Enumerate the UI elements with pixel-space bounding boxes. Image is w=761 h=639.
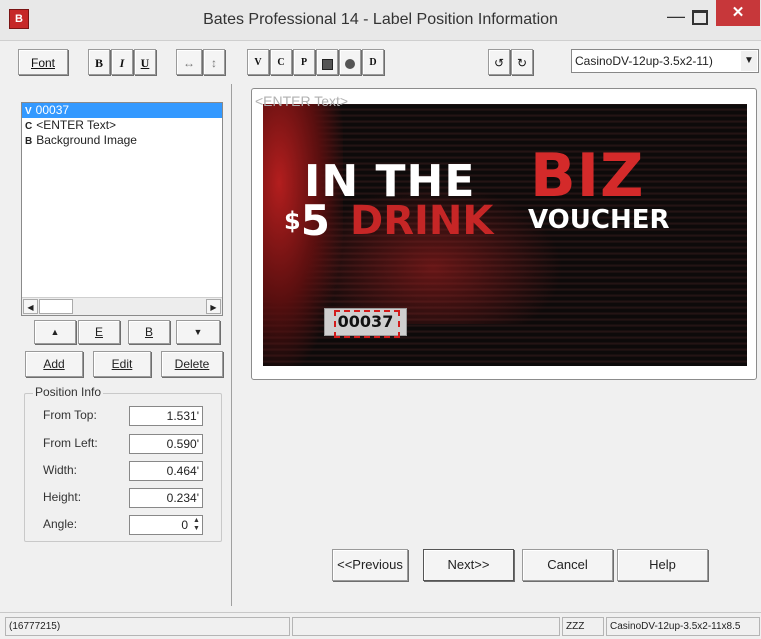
italic-button[interactable]: I [111,49,133,75]
minimize-button[interactable]: — [663,7,689,28]
list-item[interactable]: V 00037 [22,103,222,118]
horizontal-size-icon[interactable]: ↔ [176,49,202,75]
enter-text-placeholder[interactable]: <ENTER Text> [255,93,348,109]
circle-icon[interactable] [339,49,361,75]
move-up-button[interactable]: ▲ [34,320,76,344]
panel-divider [231,84,232,606]
status-bar: (16777215) ZZZ CasinoDV-12up-3.5x2-11x8.… [0,612,761,639]
width-field[interactable]: 0.464' [129,461,203,481]
toolbar: Font B I U ↔ ↕ V C P D ↺ ↻ CasinoDV-12up… [9,42,759,82]
list-item[interactable]: C <ENTER Text> [22,118,222,133]
add-d-button[interactable]: D [362,49,384,75]
move-down-button[interactable]: ▼ [176,320,220,344]
edit-e-button[interactable]: E [78,320,120,344]
add-picture-button[interactable]: P [293,49,315,75]
delete-button[interactable]: Delete [161,351,223,377]
layout-select[interactable]: CasinoDV-12up-3.5x2-11) ▼ [571,49,759,73]
scroll-right-icon[interactable]: ▶ [206,299,221,314]
angle-stepper[interactable]: 0 ▲ ▼ [129,515,203,535]
help-button[interactable]: Help [617,549,708,581]
selection-handles[interactable] [334,310,400,338]
maximize-button[interactable] [692,10,708,25]
from-top-field[interactable]: 1.531' [129,406,203,426]
add-variable-button[interactable]: V [247,49,269,75]
underline-button[interactable]: U [134,49,156,75]
headline-biz: BIZ [530,141,645,211]
rectangle-icon[interactable] [316,49,338,75]
list-item[interactable]: B Background Image [22,133,222,148]
from-top-label: From Top: [43,408,97,422]
chevron-down-icon[interactable]: ▼ [741,51,757,71]
edit-b-button[interactable]: B [128,320,170,344]
price-five: $5 [284,196,330,245]
horizontal-scrollbar[interactable]: ◀ ▶ [22,297,222,315]
status-layout: CasinoDV-12up-3.5x2-11x8.5 [606,617,760,636]
font-button[interactable]: Font [18,49,68,75]
status-empty [292,617,560,636]
angle-label: Angle: [43,517,78,531]
headline-voucher: VOUCHER [528,205,670,235]
scroll-left-icon[interactable]: ◀ [23,299,38,314]
layout-select-value: CasinoDV-12up-3.5x2-11) [575,54,713,68]
window-title: Bates Professional 14 - Label Position I… [203,11,558,28]
close-button[interactable]: ✕ [716,0,760,26]
add-constant-button[interactable]: C [270,49,292,75]
from-left-label: From Left: [43,436,98,450]
angle-value: 0 [181,518,188,532]
rotate-ccw-icon[interactable]: ↺ [488,49,510,75]
vertical-size-icon[interactable]: ↕ [203,49,225,75]
rotate-cw-icon[interactable]: ↻ [511,49,533,75]
bold-button[interactable]: B [88,49,110,75]
add-button[interactable]: Add [25,351,83,377]
height-label: Height: [43,490,82,504]
previous-button[interactable]: <<Previous [332,549,408,581]
next-button[interactable]: Next>> [423,549,514,581]
status-color-code: (16777215) [5,617,290,636]
position-info-title: Position Info [33,385,104,399]
scroll-thumb[interactable] [39,299,73,314]
edit-button[interactable]: Edit [93,351,151,377]
spinner-arrows-icon[interactable]: ▲ ▼ [192,517,201,533]
width-label: Width: [43,463,78,477]
headline-drink: DRINK [350,198,494,244]
element-list[interactable]: V 00037 C <ENTER Text> B Background Image ◀… [21,102,223,316]
height-field[interactable]: 0.234' [129,488,203,508]
status-zzz: ZZZ [562,617,604,636]
title-bar: B Bates Professional 14 - Label Position… [0,0,761,41]
from-left-field[interactable]: 0.590' [129,434,203,454]
cancel-button[interactable]: Cancel [522,549,613,581]
